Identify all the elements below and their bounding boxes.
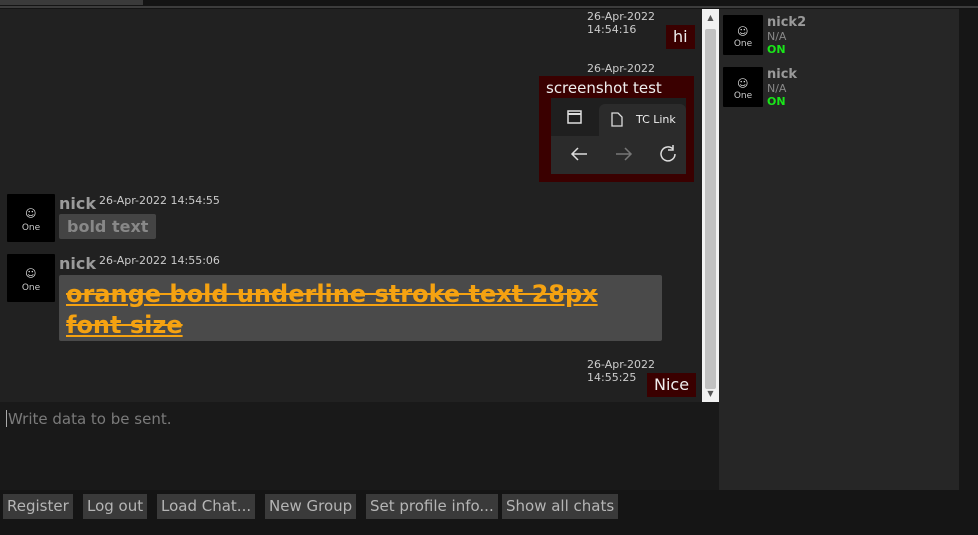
bottom-toolbar: Register Log out Load Chat... New Group … [0,490,978,535]
screenshot-image[interactable]: TC Link [551,98,686,174]
register-button[interactable]: Register [3,494,73,519]
scroll-up-icon[interactable]: ▲ [702,9,719,26]
face-icon: ☺ [25,267,37,280]
window-icon [567,110,582,124]
chat-messages-area[interactable]: 26-Apr-2022 14:54:16 hi 26-Apr-2022 14:5… [0,9,702,402]
outgoing-screenshot-message: screenshot test TC Link [539,76,694,182]
screenshot-tab-label: TC Link [636,113,676,126]
contacts-panel: ☺ One nick2 N/A ON ☺ One nick N/A ON [719,9,959,490]
top-tab-strip [0,0,143,5]
reload-icon [660,145,676,162]
contact-item[interactable]: ☺ One nick2 N/A ON [723,15,953,59]
face-icon: ☺ [737,25,749,38]
logout-button[interactable]: Log out [83,494,148,519]
screenshot-tab-row: TC Link [551,98,686,136]
new-group-button[interactable]: New Group [265,494,357,519]
outgoing-message-bubble: Nice [647,373,697,397]
face-icon: ☺ [737,77,749,90]
face-icon: ☺ [25,207,37,220]
avatar-label: One [21,283,41,293]
contacts-sidebar: ☺ One nick2 N/A ON ☺ One nick N/A ON [719,9,978,490]
screenshot-tab: TC Link [599,104,686,136]
chat-scrollbar[interactable]: ▲ ▼ [702,9,719,402]
avatar: ☺ One [7,194,55,242]
page-icon [611,112,623,127]
message-timestamp: 26-Apr-2022 14:55:06 [99,254,220,267]
contact-name: nick [767,67,798,82]
text-cursor [6,410,7,427]
show-all-chats-button[interactable]: Show all chats [502,494,619,519]
incoming-message-bubble: bold text [59,214,157,239]
contact-status: N/A [767,82,787,95]
scrollbar-thumb[interactable] [705,29,716,389]
scroll-down-icon[interactable]: ▼ [702,385,719,402]
incoming-styled-message-bubble: orange bold underline stroke text 28px f… [59,275,662,341]
message-composer [0,402,719,490]
avatar: ☺ One [723,15,763,55]
contact-presence: ON [767,95,786,108]
contact-status: N/A [767,30,787,43]
set-profile-button[interactable]: Set profile info... [366,494,498,519]
contact-item[interactable]: ☺ One nick N/A ON [723,67,953,111]
back-arrow-icon [570,147,587,161]
message-timestamp: 26-Apr-2022 14:54:55 [99,194,220,207]
sender-name: nick [59,254,96,273]
outgoing-message-bubble: hi [666,25,695,49]
forward-arrow-icon [616,147,633,161]
avatar-label: One [733,91,753,101]
avatar: ☺ One [723,67,763,107]
contact-name: nick2 [767,15,807,30]
sender-name: nick [59,194,96,213]
top-divider [0,6,978,8]
load-chat-button[interactable]: Load Chat... [157,494,256,519]
window-top-bar [0,0,978,9]
avatar: ☺ One [7,254,55,302]
avatar-label: One [733,39,753,49]
contact-presence: ON [767,43,786,56]
avatar-label: One [21,223,41,233]
message-input[interactable] [6,408,710,482]
screenshot-caption: screenshot test [546,79,662,97]
